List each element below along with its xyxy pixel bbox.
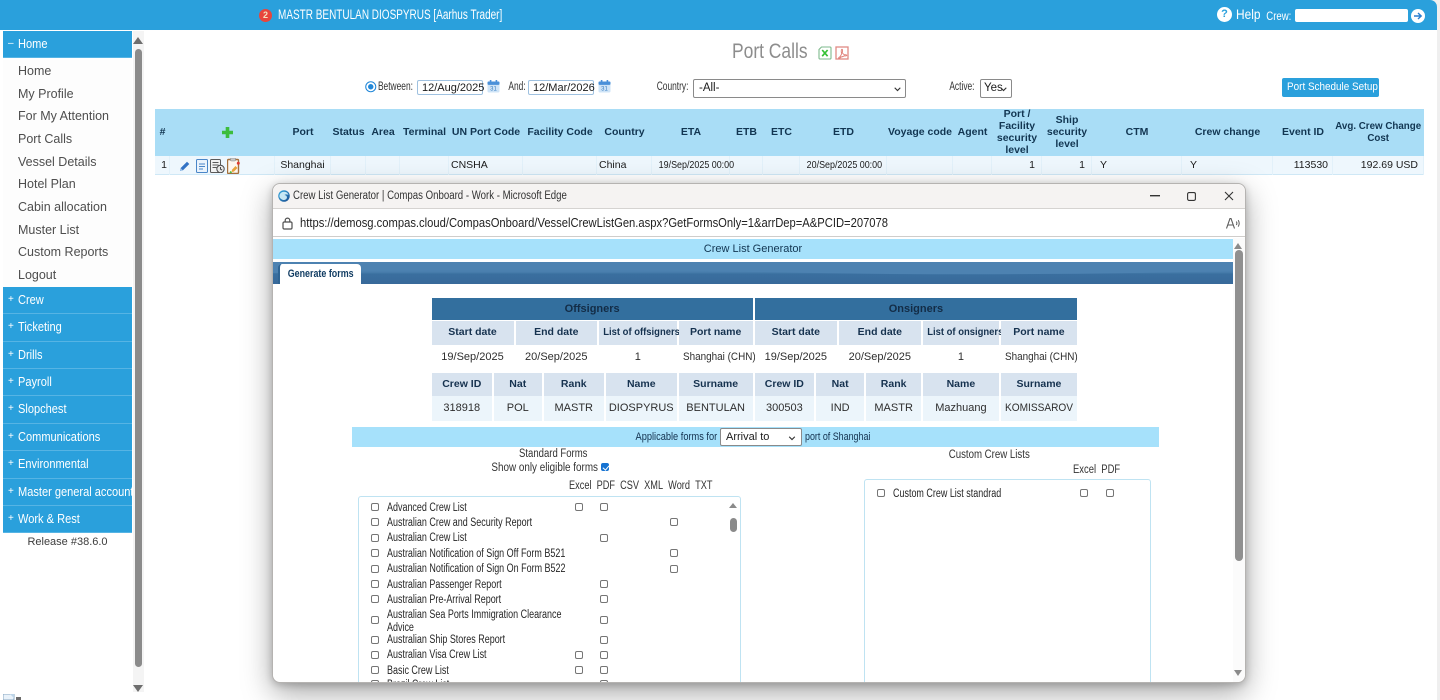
svg-text:31: 31	[601, 87, 608, 93]
